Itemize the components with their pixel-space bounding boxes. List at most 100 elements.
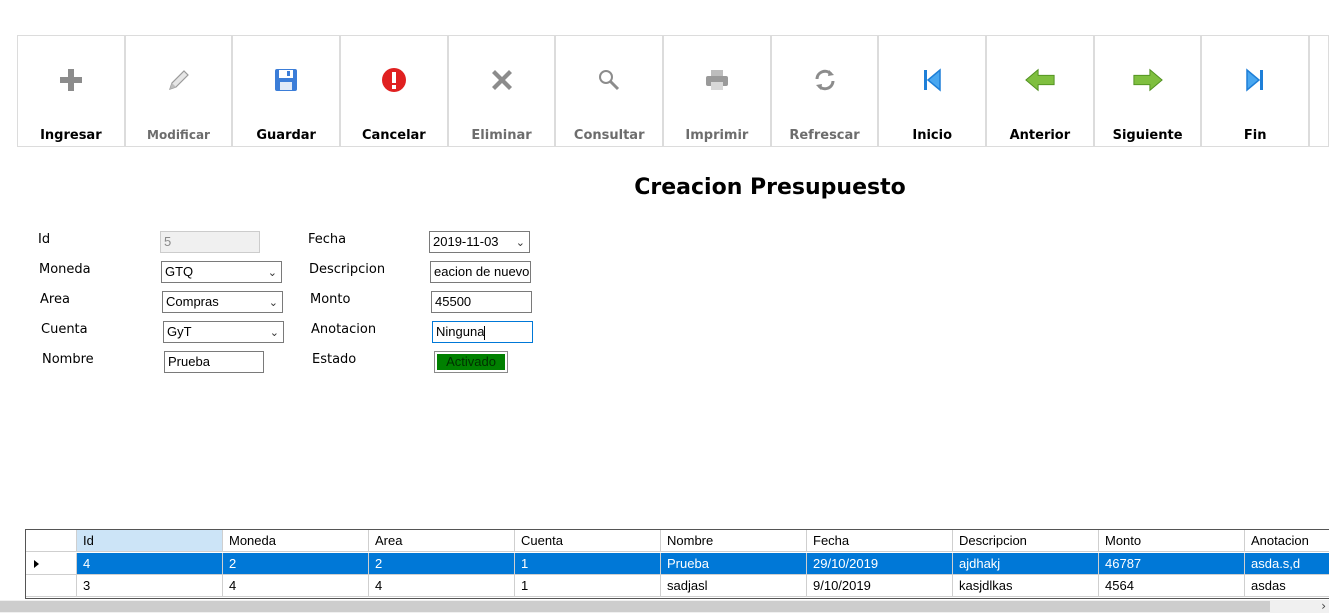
- cell-id[interactable]: 3: [77, 575, 223, 597]
- ingresar-button[interactable]: Ingresar: [17, 35, 125, 147]
- column-header-fecha[interactable]: Fecha: [807, 530, 953, 552]
- cell-monto[interactable]: 46787: [1099, 553, 1245, 575]
- id-field: 5: [160, 231, 260, 253]
- grid-corner: [26, 530, 77, 552]
- chevron-down-icon: ⌄: [515, 237, 525, 249]
- cell-nombre[interactable]: sadjasl: [661, 575, 807, 597]
- moneda-select[interactable]: GTQ ⌄: [161, 261, 282, 283]
- text-caret: [484, 325, 486, 340]
- column-header-nombre[interactable]: Nombre: [661, 530, 807, 552]
- table-row[interactable]: 3 4 4 1 sadjasl 9/10/2019 kasjdlkas 4564…: [26, 575, 1329, 597]
- column-header-anotacion[interactable]: Anotacion: [1245, 530, 1329, 552]
- cell-fecha[interactable]: 9/10/2019: [807, 575, 953, 597]
- cuenta-value: GyT: [167, 324, 192, 339]
- column-header-id[interactable]: Id: [77, 530, 223, 552]
- cell-anotacion[interactable]: asda.s,d: [1245, 553, 1329, 575]
- toolbar: Ingresar Modificar Guardar Cancelar Elim…: [17, 35, 1329, 148]
- grid-header-row: Id Moneda Area Cuenta Nombre Fecha Descr…: [26, 530, 1329, 552]
- last-icon: [1239, 64, 1271, 96]
- imprimir-label: Imprimir: [685, 128, 749, 143]
- siguiente-button[interactable]: Siguiente: [1093, 35, 1202, 147]
- eliminar-label: Eliminar: [471, 128, 532, 143]
- monto-value: 45500: [435, 294, 472, 309]
- scrollbar-thumb[interactable]: [0, 601, 1270, 612]
- descripcion-label: Descripcion: [309, 262, 386, 277]
- column-header-area[interactable]: Area: [369, 530, 515, 552]
- modificar-label: Modificar: [147, 128, 210, 142]
- cell-cuenta[interactable]: 1: [515, 575, 661, 597]
- data-grid[interactable]: Id Moneda Area Cuenta Nombre Fecha Descr…: [25, 529, 1329, 599]
- horizontal-scrollbar[interactable]: ›: [0, 599, 1329, 613]
- table-row[interactable]: 4 2 2 1 Prueba 29/10/2019 ajdhakj 46787 …: [26, 553, 1329, 575]
- ingresar-label: Ingresar: [40, 128, 102, 143]
- cell-id[interactable]: 4: [77, 553, 223, 575]
- fin-label: Fin: [1243, 128, 1267, 143]
- monto-label: Monto: [310, 292, 351, 307]
- estado-value: Activado: [437, 354, 505, 370]
- row-header[interactable]: [26, 553, 77, 575]
- estado-label: Estado: [312, 352, 357, 367]
- save-icon: [270, 64, 302, 96]
- fecha-picker[interactable]: 2019-11-03 ⌄: [429, 231, 530, 253]
- arrow-right-icon: [1132, 64, 1164, 96]
- cuenta-select[interactable]: GyT ⌄: [163, 321, 284, 343]
- cell-moneda[interactable]: 4: [223, 575, 369, 597]
- siguiente-label: Siguiente: [1112, 128, 1183, 143]
- chevron-down-icon: ⌄: [267, 267, 277, 279]
- cell-descripcion[interactable]: kasjdlkas: [953, 575, 1099, 597]
- chevron-down-icon: ⌄: [269, 327, 279, 339]
- fecha-label: Fecha: [308, 232, 347, 247]
- area-select[interactable]: Compras ⌄: [162, 291, 283, 313]
- x-icon: [486, 64, 518, 96]
- chevron-down-icon: ⌄: [268, 297, 278, 309]
- moneda-value: GTQ: [165, 264, 194, 279]
- cuenta-label: Cuenta: [41, 322, 88, 337]
- cell-descripcion[interactable]: ajdhakj: [953, 553, 1099, 575]
- anotacion-value: Ninguna: [436, 324, 485, 339]
- column-header-descripcion[interactable]: Descripcion: [953, 530, 1099, 552]
- cell-fecha[interactable]: 29/10/2019: [807, 553, 953, 575]
- cell-cuenta[interactable]: 1: [515, 553, 661, 575]
- eliminar-button[interactable]: Eliminar: [447, 35, 556, 147]
- descripcion-field[interactable]: eacion de nuevo: [430, 261, 531, 283]
- scroll-right-icon[interactable]: ›: [1321, 599, 1326, 613]
- descripcion-value: eacion de nuevo: [434, 264, 530, 279]
- consultar-button[interactable]: Consultar: [555, 35, 664, 147]
- estado-toggle[interactable]: Activado: [434, 351, 508, 373]
- refrescar-label: Refrescar: [789, 128, 860, 143]
- cell-anotacion[interactable]: asdas: [1245, 575, 1329, 597]
- refresh-icon: [809, 64, 841, 96]
- anotacion-label: Anotacion: [311, 322, 377, 337]
- inicio-button[interactable]: Inicio: [878, 35, 987, 147]
- arrow-left-icon: [1024, 64, 1056, 96]
- search-icon: [593, 64, 625, 96]
- plus-icon: [55, 64, 87, 96]
- cell-moneda[interactable]: 2: [223, 553, 369, 575]
- fecha-value: 2019-11-03: [433, 234, 499, 249]
- guardar-label: Guardar: [256, 128, 316, 143]
- anotacion-field[interactable]: Ninguna: [432, 321, 533, 343]
- area-label: Area: [40, 292, 70, 307]
- cell-nombre[interactable]: Prueba: [661, 553, 807, 575]
- page-title: Creacion Presupuesto: [634, 175, 906, 200]
- printer-icon: [701, 64, 733, 96]
- column-header-monto[interactable]: Monto: [1099, 530, 1245, 552]
- imprimir-button[interactable]: Imprimir: [663, 35, 771, 147]
- column-header-cuenta[interactable]: Cuenta: [515, 530, 661, 552]
- cancelar-button[interactable]: Cancelar: [340, 35, 448, 147]
- cell-monto[interactable]: 4564: [1099, 575, 1245, 597]
- cell-area[interactable]: 4: [369, 575, 515, 597]
- id-label: Id: [38, 232, 51, 247]
- modificar-button[interactable]: Modificar: [124, 35, 233, 147]
- refrescar-button[interactable]: Refrescar: [770, 35, 879, 147]
- cell-area[interactable]: 2: [369, 553, 515, 575]
- monto-field[interactable]: 45500: [431, 291, 532, 313]
- row-header[interactable]: [26, 575, 77, 597]
- anterior-button[interactable]: Anterior: [986, 35, 1094, 147]
- nombre-field[interactable]: Prueba: [164, 351, 264, 373]
- pencil-icon: [163, 64, 195, 96]
- column-header-moneda[interactable]: Moneda: [223, 530, 369, 552]
- guardar-button[interactable]: Guardar: [232, 35, 341, 147]
- nombre-label: Nombre: [42, 352, 94, 367]
- fin-button[interactable]: Fin: [1201, 35, 1310, 147]
